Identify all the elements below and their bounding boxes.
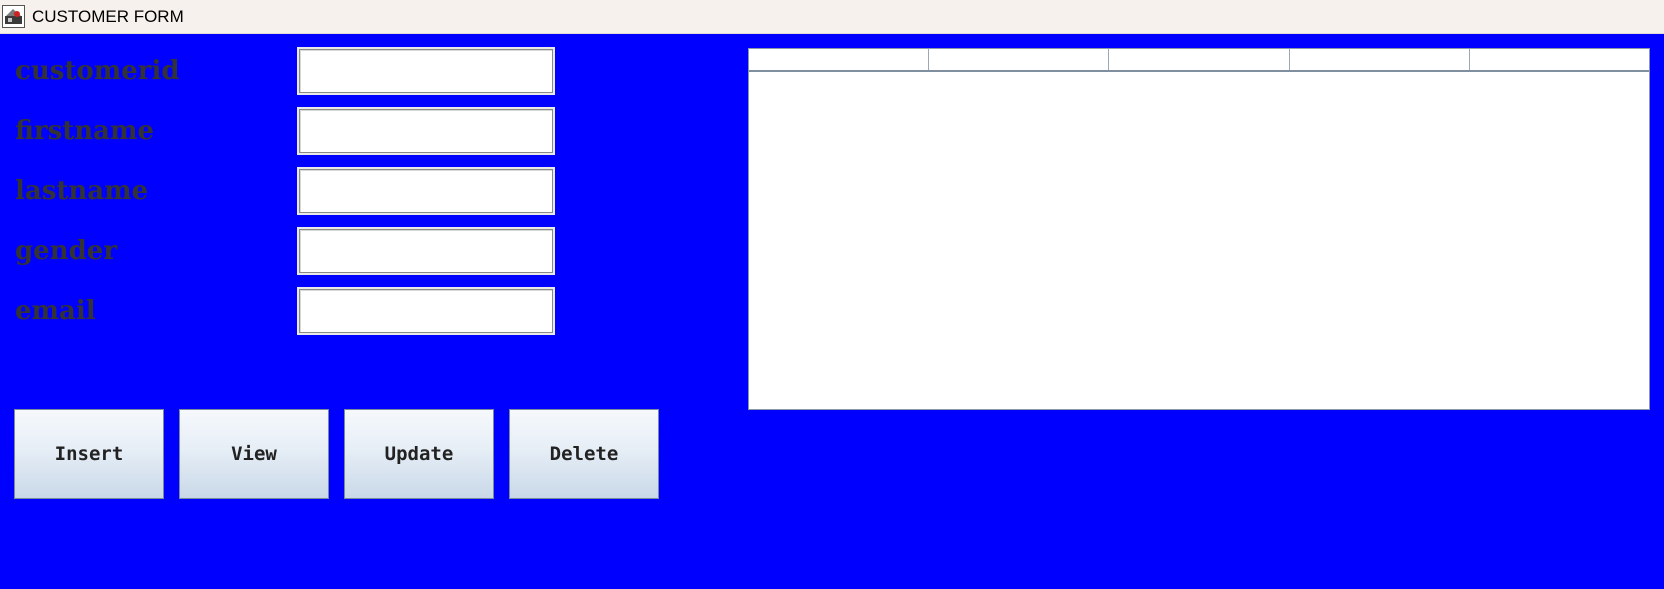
table-column-header[interactable] bbox=[1290, 49, 1470, 70]
java-app-icon bbox=[2, 5, 25, 28]
table-column-header[interactable] bbox=[1470, 49, 1649, 70]
delete-button[interactable]: Delete bbox=[509, 409, 659, 499]
customerid-label: customerid bbox=[15, 56, 180, 86]
email-input[interactable] bbox=[297, 287, 555, 335]
view-button[interactable]: View bbox=[179, 409, 329, 499]
insert-button[interactable]: Insert bbox=[14, 409, 164, 499]
firstname-input[interactable] bbox=[297, 107, 555, 155]
lastname-label: lastname bbox=[15, 176, 149, 206]
customerid-input[interactable] bbox=[297, 47, 555, 95]
table-column-header[interactable] bbox=[749, 49, 930, 70]
customer-table[interactable] bbox=[748, 48, 1650, 410]
gender-input[interactable] bbox=[297, 227, 555, 275]
update-button[interactable]: Update bbox=[344, 409, 494, 499]
firstname-label: firstname bbox=[15, 116, 155, 146]
customer-form-window: CUSTOMER FORM customerid firstname lastn… bbox=[0, 0, 1664, 589]
lastname-input[interactable] bbox=[297, 167, 555, 215]
table-column-header[interactable] bbox=[1109, 49, 1290, 70]
table-column-header[interactable] bbox=[929, 49, 1110, 70]
table-body[interactable] bbox=[749, 72, 1649, 409]
table-header bbox=[749, 49, 1649, 72]
gender-label: gender bbox=[15, 236, 118, 266]
title-bar: CUSTOMER FORM bbox=[0, 0, 1664, 34]
email-label: email bbox=[15, 296, 96, 326]
window-title: CUSTOMER FORM bbox=[32, 7, 184, 26]
